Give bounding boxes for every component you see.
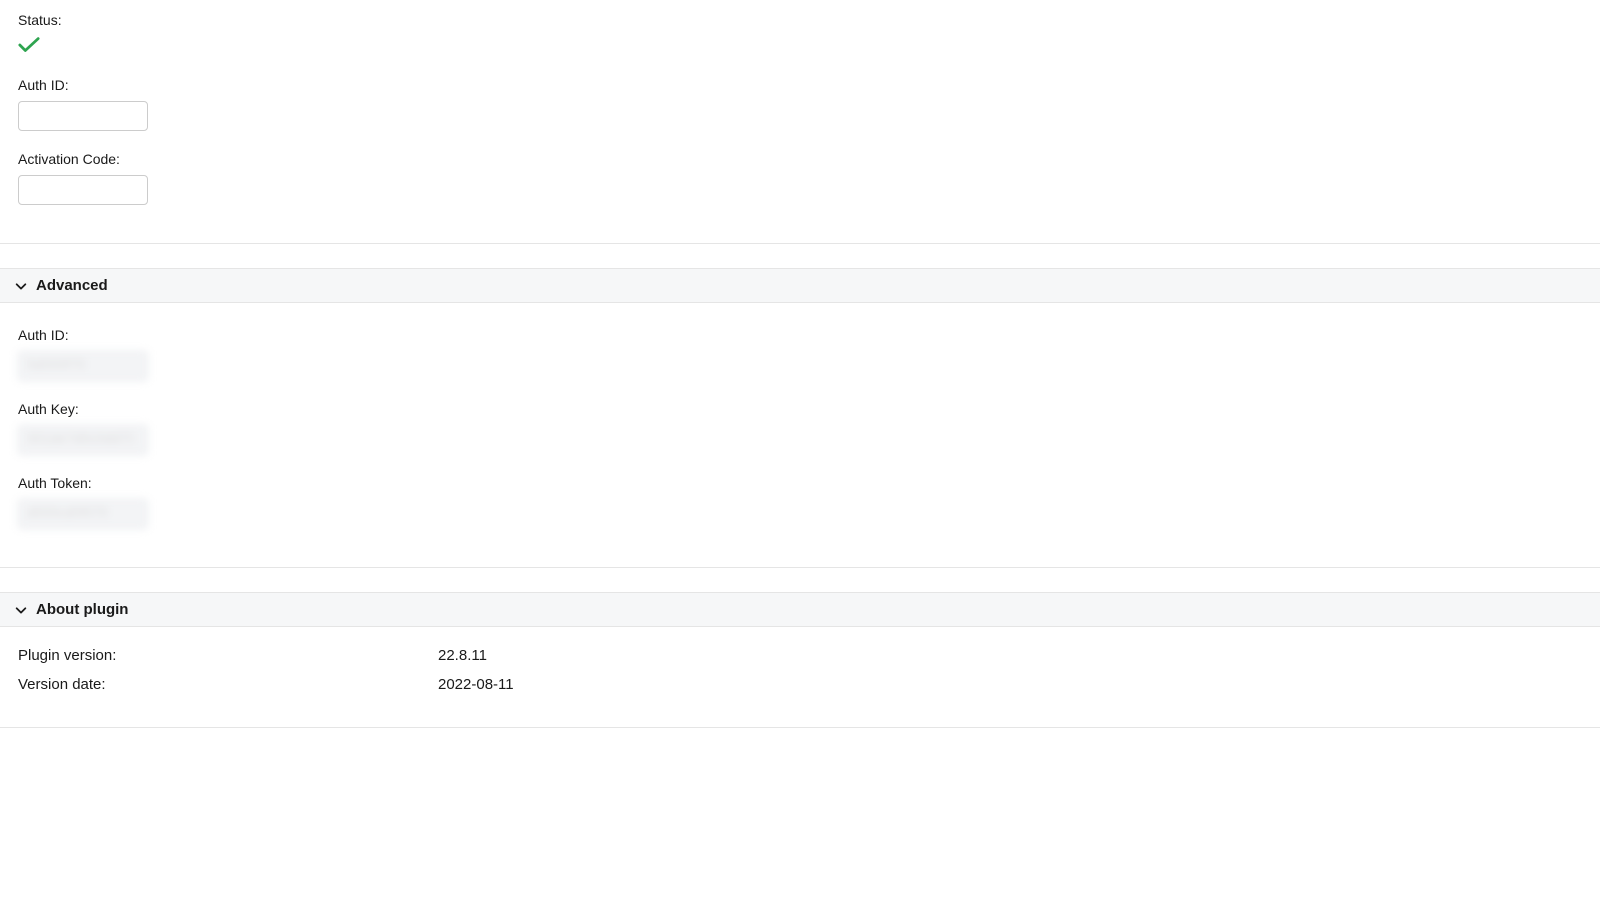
section-gap xyxy=(0,244,1600,268)
section-gap xyxy=(0,568,1600,592)
version-date-row: Version date: 2022-08-11 xyxy=(18,670,1582,699)
plugin-version-row: Plugin version: 22.8.11 xyxy=(18,641,1582,670)
chevron-down-icon xyxy=(14,603,28,617)
advanced-auth-token-field-group: Auth Token: d000cd0f070 xyxy=(18,475,1582,529)
check-icon xyxy=(18,36,1582,57)
plugin-version-value: 22.8.11 xyxy=(438,647,487,664)
activation-code-label: Activation Code: xyxy=(18,151,1582,167)
activation-code-input[interactable] xyxy=(18,175,148,205)
advanced-auth-key-field-group: Auth Key: 001de7d0c0dd70 xyxy=(18,401,1582,455)
advanced-auth-id-label: Auth ID: xyxy=(18,327,1582,343)
advanced-auth-token-label: Auth Token: xyxy=(18,475,1582,491)
activation-code-field-group: Activation Code: xyxy=(18,151,1582,205)
chevron-down-icon xyxy=(14,279,28,293)
about-section-title: About plugin xyxy=(36,601,128,618)
top-section: Status: Auth ID: Activation Code: xyxy=(0,0,1600,235)
auth-id-field-group: Auth ID: xyxy=(18,77,1582,131)
plugin-version-label: Plugin version: xyxy=(18,647,438,664)
auth-id-label: Auth ID: xyxy=(18,77,1582,93)
advanced-section-header[interactable]: Advanced xyxy=(0,268,1600,303)
advanced-auth-key-value: 001de7d0c0dd70 xyxy=(18,425,148,455)
advanced-auth-key-label: Auth Key: xyxy=(18,401,1582,417)
auth-id-input[interactable] xyxy=(18,101,148,131)
status-field-group: Status: xyxy=(18,12,1582,57)
version-date-label: Version date: xyxy=(18,676,438,693)
status-label: Status: xyxy=(18,12,1582,28)
advanced-auth-id-field-group: Auth ID: 5d000f70 xyxy=(18,327,1582,381)
about-section-header[interactable]: About plugin xyxy=(0,592,1600,627)
advanced-auth-id-value: 5d000f70 xyxy=(18,351,148,381)
advanced-section-title: Advanced xyxy=(36,277,108,294)
about-section-body: Plugin version: 22.8.11 Version date: 20… xyxy=(0,627,1600,719)
version-date-value: 2022-08-11 xyxy=(438,676,514,693)
advanced-section-body: Auth ID: 5d000f70 Auth Key: 001de7d0c0dd… xyxy=(0,303,1600,559)
advanced-auth-token-value: d000cd0f070 xyxy=(18,499,148,529)
divider xyxy=(0,727,1600,728)
